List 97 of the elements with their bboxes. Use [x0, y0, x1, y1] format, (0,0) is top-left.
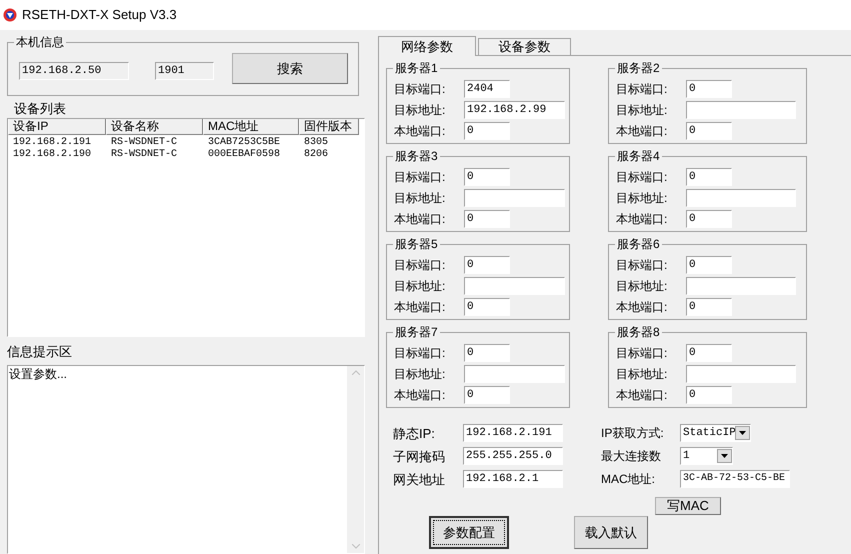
field-label: 目标地址:	[616, 104, 668, 116]
field-label: 目标端口:	[394, 171, 446, 183]
group-title: 服务器4	[615, 148, 662, 164]
column-header[interactable]: 设备名称	[106, 119, 203, 135]
local-port-field[interactable]: 0	[686, 298, 732, 316]
app-logo-icon	[3, 8, 17, 22]
field-label: 本地端口:	[616, 389, 668, 401]
group-title: 服务器2	[615, 60, 662, 76]
table-cell-text: 3CAB7253C5BE	[207, 137, 282, 149]
field-label: 网关地址	[393, 472, 446, 486]
table-cell-text: RS-WSDNET-C	[110, 149, 178, 161]
group-title: 服务器7	[393, 324, 440, 340]
local-port-field[interactable]: 0	[464, 210, 510, 228]
target-port-field[interactable]: 0	[464, 256, 510, 274]
tab[interactable]: 网络参数	[378, 36, 476, 56]
search-button[interactable]: 搜索	[232, 53, 348, 84]
dropdown[interactable]: StaticIP	[680, 424, 751, 442]
local-port-field[interactable]: 0	[464, 122, 510, 140]
write-mac-button[interactable]: 写MAC	[655, 497, 721, 515]
table-cell-text: 000EEBAF0598	[207, 149, 282, 161]
window-title: RSETH-DXT-X Setup V3.3	[22, 6, 177, 24]
field-label: 目标端口:	[394, 347, 446, 359]
field-label: 最大连接数	[601, 450, 662, 462]
tab[interactable]: 设备参数	[478, 38, 571, 55]
field-label: 本地端口:	[394, 125, 446, 137]
port-field[interactable]: 1901	[155, 62, 214, 80]
table-cell-text: 192.168.2.190	[12, 149, 92, 161]
target-port-field[interactable]: 0	[686, 256, 732, 274]
field-label: 目标端口:	[616, 347, 668, 359]
target-address-field[interactable]	[464, 365, 565, 383]
field-label: 目标地址:	[616, 280, 668, 292]
field-label: 目标端口:	[394, 259, 446, 271]
dropdown[interactable]: 1	[680, 447, 733, 465]
field-label: 本地端口:	[616, 301, 668, 313]
target-address-field[interactable]: 192.168.2.99	[464, 101, 565, 119]
table-cell-text: 8305	[303, 137, 330, 149]
address-field[interactable]: 192.168.2.191	[463, 424, 563, 442]
field-label: 本地端口:	[394, 389, 446, 401]
column-header[interactable]: MAC地址	[203, 119, 299, 135]
field-label: 目标地址:	[616, 192, 668, 204]
scrollbar[interactable]	[347, 366, 364, 553]
field-label: 静态IP:	[393, 426, 436, 440]
field-label: 本地端口:	[616, 125, 668, 137]
scroll-up-icon[interactable]	[352, 370, 360, 375]
field-label: IP获取方式:	[601, 427, 665, 439]
field-label: MAC地址:	[601, 473, 656, 485]
group-title: 服务器8	[615, 324, 662, 340]
field-label: 目标端口:	[394, 83, 446, 95]
field-label: 子网掩码	[393, 450, 446, 462]
group-title: 本机信息	[14, 34, 66, 50]
field-label: 目标端口:	[616, 259, 668, 271]
field-label: 目标端口:	[616, 83, 668, 95]
target-address-field[interactable]	[686, 365, 796, 383]
target-address-field[interactable]	[464, 277, 565, 295]
field-label: 本地端口:	[394, 213, 446, 225]
field-label: 目标地址:	[394, 368, 446, 380]
action-button[interactable]: 参数配置	[429, 516, 509, 549]
action-button[interactable]: 载入默认	[574, 516, 648, 549]
address-field[interactable]: 192.168.2.1	[463, 470, 563, 488]
group-title: 服务器3	[393, 148, 440, 164]
target-address-field[interactable]	[686, 189, 796, 207]
target-port-field[interactable]: 0	[686, 344, 732, 362]
field-label: 目标地址:	[616, 368, 668, 380]
target-address-field[interactable]	[464, 189, 565, 207]
target-port-field[interactable]: 0	[686, 80, 732, 98]
local-port-field[interactable]: 0	[464, 298, 510, 316]
group-title: 服务器1	[393, 60, 440, 76]
column-header[interactable]: 设备IP	[8, 119, 106, 135]
table-cell-text: 192.168.2.191	[12, 137, 92, 149]
target-address-field[interactable]	[686, 101, 796, 119]
address-field[interactable]: 255.255.255.0	[463, 447, 563, 465]
column-header[interactable]: 固件版本	[299, 119, 359, 135]
field-label: 本地端口:	[616, 213, 668, 225]
section-title: 设备列表	[14, 100, 67, 118]
target-port-field[interactable]: 2404	[464, 80, 510, 98]
table-cell-text: RS-WSDNET-C	[110, 137, 178, 149]
message-text: 设置参数...	[8, 366, 68, 383]
section-title: 信息提示区	[7, 343, 73, 361]
scroll-down-icon[interactable]	[352, 544, 360, 549]
local-port-field[interactable]: 0	[686, 386, 732, 404]
local-port-field[interactable]: 0	[686, 122, 732, 140]
table-cell-text: 8206	[303, 149, 330, 161]
group-title: 服务器6	[615, 236, 662, 252]
field-label: 目标端口:	[616, 171, 668, 183]
target-address-field[interactable]	[686, 277, 796, 295]
target-port-field[interactable]: 0	[464, 344, 510, 362]
group-title: 服务器5	[393, 236, 440, 252]
ip-field[interactable]: 192.168.2.50	[19, 62, 129, 80]
field-label: 目标地址:	[394, 104, 446, 116]
local-port-field[interactable]: 0	[464, 386, 510, 404]
field-label: 本地端口:	[394, 301, 446, 313]
local-port-field[interactable]: 0	[686, 210, 732, 228]
field-label: 目标地址:	[394, 192, 446, 204]
field-label: 目标地址:	[394, 280, 446, 292]
mac-field[interactable]: 3C-AB-72-53-C5-BE	[680, 470, 790, 488]
target-port-field[interactable]: 0	[686, 168, 732, 186]
target-port-field[interactable]: 0	[464, 168, 510, 186]
